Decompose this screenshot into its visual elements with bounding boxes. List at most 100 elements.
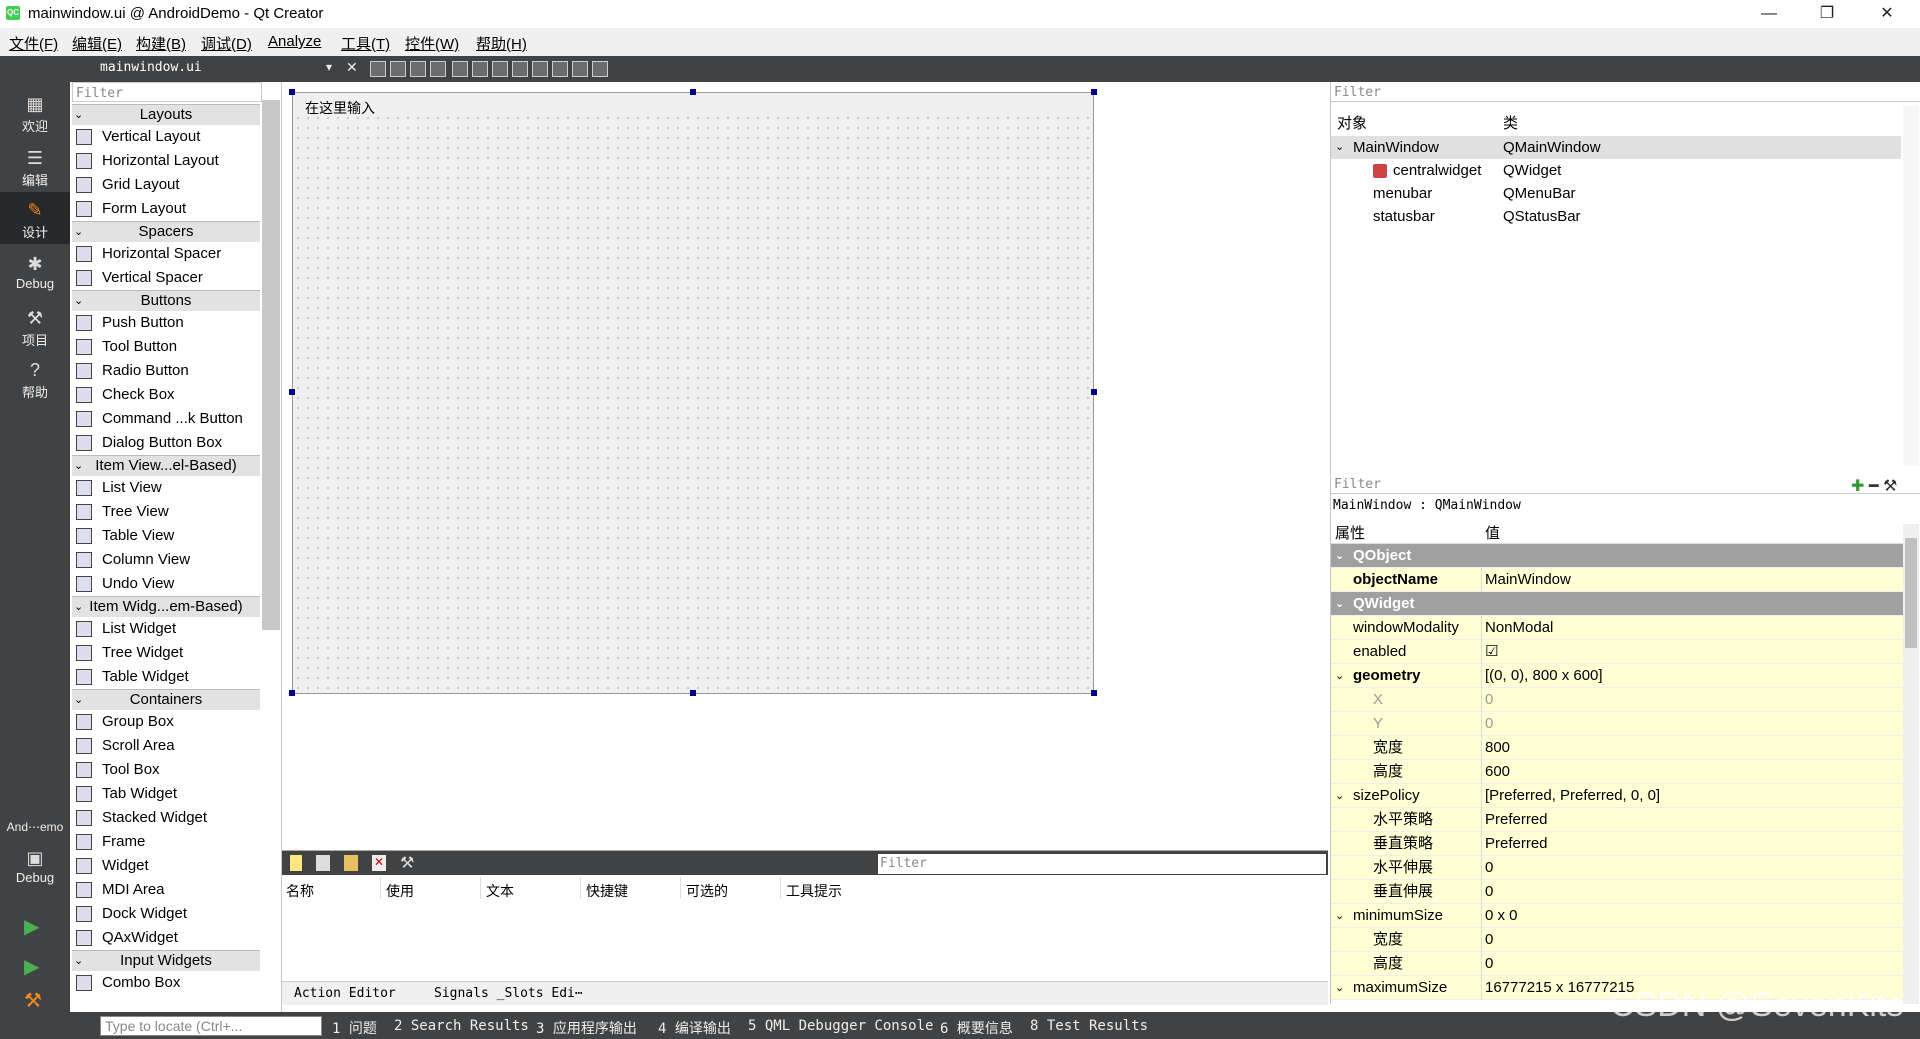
widget-item[interactable]: Tree Widget — [72, 641, 260, 665]
menu-controls[interactable]: 控件(W) — [405, 33, 459, 54]
property-value[interactable]: 800 — [1485, 736, 1510, 760]
property-value[interactable]: 0 — [1485, 928, 1493, 952]
widget-item[interactable]: Vertical Spacer — [72, 266, 260, 290]
minimize-button[interactable]: — — [1746, 0, 1792, 28]
pane-application-output[interactable]: 3 应用程序输出 — [536, 1018, 637, 1038]
widget-item[interactable]: Column View — [72, 548, 260, 572]
object-row-mainwindow[interactable]: ⌄ MainWindow QMainWindow — [1331, 136, 1901, 159]
menu-build[interactable]: 构建(B) — [136, 33, 186, 54]
chevron-down-icon[interactable]: ▾ — [326, 60, 332, 74]
widget-item[interactable]: Undo View — [72, 572, 260, 596]
property-row[interactable]: X0 — [1331, 688, 1903, 712]
resize-handle[interactable] — [1091, 89, 1097, 95]
object-row-centralwidget[interactable]: centralwidget QWidget — [1331, 159, 1901, 182]
layout-splitter-v-icon[interactable] — [512, 61, 528, 77]
column-header-class[interactable]: 类 — [1503, 112, 1518, 133]
column-header-object[interactable]: 对象 — [1337, 112, 1367, 133]
resize-handle[interactable] — [1091, 389, 1097, 395]
property-value[interactable]: Preferred — [1485, 808, 1548, 832]
property-row[interactable]: ⌄ sizePolicy [Preferred, Preferred, 0, 0] — [1331, 784, 1903, 808]
object-row-statusbar[interactable]: statusbar QStatusBar — [1331, 205, 1901, 228]
edit-tab-order-icon[interactable] — [430, 61, 446, 77]
expand-arrow-icon[interactable]: ⌄ — [74, 690, 83, 710]
copy-action-icon[interactable] — [316, 855, 330, 871]
widget-item[interactable]: Tree View — [72, 500, 260, 524]
property-row[interactable]: enabled ☑ — [1331, 640, 1903, 664]
layout-form-icon[interactable] — [552, 61, 568, 77]
widget-item[interactable]: MDI Area — [72, 878, 260, 902]
edit-widgets-icon[interactable] — [370, 61, 386, 77]
property-value[interactable]: 0 — [1485, 712, 1493, 736]
widget-item[interactable]: Check Box — [72, 383, 260, 407]
widget-item[interactable]: Command ...k Button — [72, 407, 260, 431]
property-value[interactable]: 0 — [1485, 688, 1493, 712]
menu-help[interactable]: 帮助(H) — [476, 33, 527, 54]
widget-item[interactable]: Table View — [72, 524, 260, 548]
tab-action-editor[interactable]: Action Editor — [294, 986, 396, 1001]
property-row[interactable]: 垂直伸展 0 — [1331, 880, 1903, 904]
column-header-property[interactable]: 属性 — [1335, 522, 1365, 543]
expand-arrow-icon[interactable]: ⌄ — [1335, 904, 1344, 928]
object-row-menubar[interactable]: menubar QMenuBar — [1331, 182, 1901, 205]
property-row[interactable]: ⌄ minimumSize 0 x 0 — [1331, 904, 1903, 928]
widget-item[interactable]: Tab Widget — [72, 782, 260, 806]
widget-item[interactable]: Form Layout — [72, 197, 260, 221]
expand-arrow-icon[interactable]: ⌄ — [74, 291, 83, 311]
restore-button[interactable]: ❐ — [1804, 0, 1850, 28]
build-icon[interactable]: ⚒ — [24, 988, 46, 1012]
mode-debug[interactable]: ✱ Debug — [0, 246, 70, 298]
edit-signals-slots-icon[interactable] — [390, 61, 406, 77]
object-inspector-scrollbar[interactable] — [1903, 106, 1919, 466]
property-value[interactable]: 0 — [1485, 952, 1493, 976]
widget-filter-input[interactable]: Filter — [72, 82, 262, 102]
property-row[interactable]: objectName MainWindow — [1331, 568, 1903, 592]
expand-arrow-icon[interactable]: ⌄ — [74, 222, 83, 242]
property-value[interactable]: 0 — [1485, 856, 1493, 880]
widget-item[interactable]: Horizontal Spacer — [72, 242, 260, 266]
layout-splitter-h-icon[interactable] — [492, 61, 508, 77]
property-value[interactable]: ☑ — [1485, 640, 1498, 664]
widget-category[interactable]: ⌄ Input Widgets — [72, 950, 260, 971]
widget-item[interactable]: List Widget — [72, 617, 260, 641]
widget-item[interactable]: Table Widget — [72, 665, 260, 689]
mode-welcome[interactable]: ▦ 欢迎 — [0, 86, 70, 138]
configure-icon[interactable]: ⚒ — [400, 853, 414, 873]
widget-item[interactable]: Dock Widget — [72, 902, 260, 926]
property-editor-scrollbar[interactable] — [1903, 524, 1919, 1004]
pane-qml-debugger-console[interactable]: 5 QML Debugger Console — [748, 1018, 933, 1034]
property-value[interactable]: MainWindow — [1485, 568, 1571, 592]
expand-arrow-icon[interactable]: ⌄ — [74, 597, 83, 617]
column-header-name[interactable]: 名称 — [286, 881, 314, 901]
expand-arrow-icon[interactable]: ⌄ — [74, 105, 83, 125]
widget-item[interactable]: Vertical Layout — [72, 125, 260, 149]
pane-issues[interactable]: 1 问题 — [332, 1018, 377, 1038]
kit-selector[interactable]: ▣ Debug — [0, 840, 70, 892]
property-row[interactable]: ⌄ geometry [(0, 0), 800 x 600] — [1331, 664, 1903, 688]
column-header-checkable[interactable]: 可选的 — [686, 881, 728, 901]
widget-item[interactable]: Scroll Area — [72, 734, 260, 758]
property-value[interactable]: [Preferred, Preferred, 0, 0] — [1485, 784, 1660, 808]
property-row[interactable]: 高度 600 — [1331, 760, 1903, 784]
resize-handle[interactable] — [690, 690, 696, 696]
close-button[interactable]: ✕ — [1864, 0, 1910, 28]
property-value[interactable]: NonModal — [1485, 616, 1553, 640]
mode-edit[interactable]: ☰ 编辑 — [0, 140, 70, 192]
expand-arrow-icon[interactable]: ⌄ — [1335, 784, 1344, 808]
adjust-size-icon[interactable] — [592, 61, 608, 77]
menu-file[interactable]: 文件(F) — [9, 33, 58, 54]
widget-item[interactable]: Tool Box — [72, 758, 260, 782]
widget-item[interactable]: Horizontal Layout — [72, 149, 260, 173]
mode-help[interactable]: ? 帮助 — [0, 352, 70, 404]
pane-test-results[interactable]: 8 Test Results — [1030, 1018, 1148, 1034]
column-header-used[interactable]: 使用 — [386, 881, 414, 901]
run-icon[interactable]: ▶ — [24, 914, 46, 938]
layout-horizontal-icon[interactable] — [452, 61, 468, 77]
property-row[interactable]: 高度 0 — [1331, 952, 1903, 976]
resize-handle[interactable] — [289, 690, 295, 696]
scrollbar-thumb[interactable] — [1905, 538, 1917, 648]
widget-item[interactable]: Widget — [72, 854, 260, 878]
break-layout-icon[interactable] — [572, 61, 588, 77]
form-menubar[interactable]: 在这里输入 — [293, 93, 1093, 117]
widget-category[interactable]: ⌄ Item Widg...em-Based) — [72, 596, 260, 617]
expand-arrow-icon[interactable]: ⌄ — [1335, 664, 1344, 688]
